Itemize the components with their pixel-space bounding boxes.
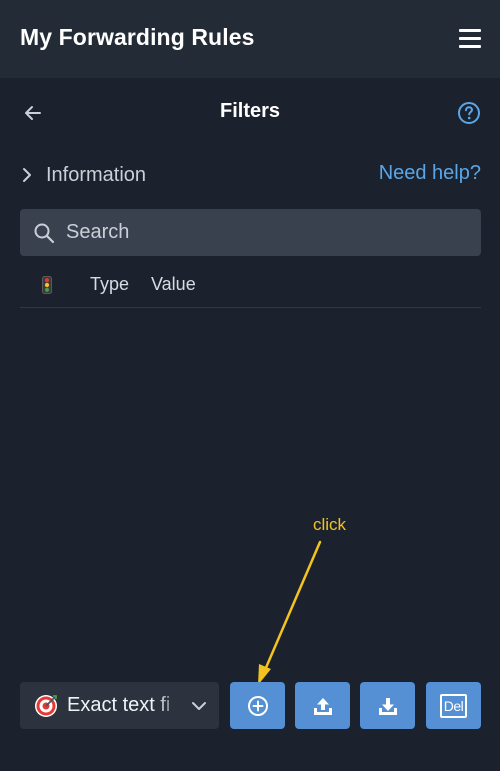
app-title: My Forwarding Rules xyxy=(20,24,255,50)
hamburger-menu-icon[interactable] xyxy=(456,26,484,52)
information-label: Information xyxy=(46,163,147,186)
upload-button[interactable] xyxy=(295,682,350,729)
column-header-value[interactable]: Value xyxy=(151,274,196,295)
page-title: Filters xyxy=(219,100,281,122)
question-circle-icon[interactable] xyxy=(456,100,482,126)
traffic-light-icon xyxy=(42,276,52,294)
add-filter-button[interactable] xyxy=(230,682,285,729)
filter-type-value: Exact text fi xyxy=(67,694,171,716)
download-button[interactable] xyxy=(360,682,415,729)
search-icon xyxy=(34,223,55,243)
plus-circle-icon xyxy=(247,695,268,716)
download-icon xyxy=(378,697,397,715)
upload-icon xyxy=(313,697,332,715)
search-input[interactable] xyxy=(64,220,468,245)
information-toggle[interactable]: Information xyxy=(20,160,146,190)
search-box[interactable] xyxy=(20,209,481,256)
chevron-down-icon xyxy=(192,701,206,710)
table-header: Type Value xyxy=(20,266,481,308)
column-header-type[interactable]: Type xyxy=(90,274,129,295)
need-help-link[interactable]: Need help? xyxy=(379,162,481,185)
app-header: My Forwarding Rules xyxy=(0,0,500,78)
chevron-right-icon xyxy=(23,168,31,182)
click-annotation: click xyxy=(313,515,347,534)
delete-button[interactable]: Del xyxy=(426,682,481,729)
arrow-left-icon[interactable] xyxy=(20,100,46,126)
target-icon xyxy=(35,694,57,717)
filter-type-dropdown[interactable]: Exact text fi xyxy=(20,682,219,729)
delete-label: Del xyxy=(439,693,468,718)
